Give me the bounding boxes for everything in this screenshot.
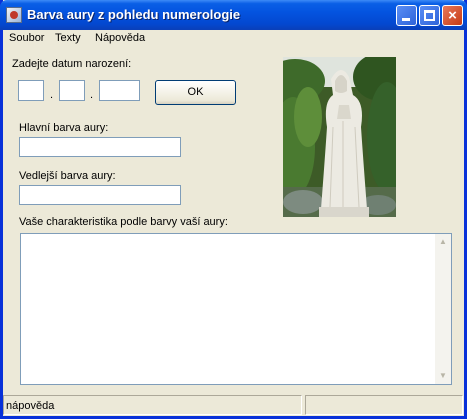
status-text: nápověda bbox=[6, 400, 55, 412]
status-panel-2 bbox=[305, 395, 463, 415]
maximize-button[interactable] bbox=[419, 5, 440, 26]
month-input[interactable] bbox=[59, 80, 85, 101]
main-color-field[interactable] bbox=[19, 137, 181, 157]
menu-soubor[interactable]: Soubor bbox=[9, 32, 44, 44]
vertical-scrollbar[interactable]: ▲ ▼ bbox=[435, 234, 451, 384]
app-window: Barva aury z pohledu numerologie × Soubo… bbox=[0, 0, 467, 419]
menu-napoveda[interactable]: Nápověda bbox=[95, 32, 145, 44]
app-icon[interactable] bbox=[6, 7, 22, 23]
close-button[interactable]: × bbox=[442, 5, 463, 26]
year-input[interactable] bbox=[99, 80, 140, 101]
characteristics-memo[interactable]: ▲ ▼ bbox=[20, 233, 452, 385]
menu-bar: Soubor Texty Nápověda bbox=[3, 30, 464, 48]
scroll-up-icon[interactable]: ▲ bbox=[435, 234, 451, 250]
birthdate-label: Zadejte datum narození: bbox=[12, 58, 132, 70]
statue-image bbox=[283, 57, 396, 217]
minimize-button[interactable] bbox=[396, 5, 417, 26]
ok-button[interactable]: OK bbox=[155, 80, 236, 105]
menu-texty[interactable]: Texty bbox=[55, 32, 81, 44]
minimize-icon bbox=[402, 18, 410, 21]
status-bar: nápověda bbox=[3, 394, 464, 416]
status-panel-help: nápověda bbox=[3, 395, 302, 415]
secondary-color-field[interactable] bbox=[19, 185, 181, 205]
main-color-label: Hlavní barva aury: bbox=[19, 122, 109, 134]
secondary-color-label: Vedlejší barva aury: bbox=[19, 170, 116, 182]
statue-photo bbox=[283, 57, 396, 217]
characteristics-label: Vaše charakteristika podle barvy vaší au… bbox=[19, 216, 228, 228]
date-separator-1: . bbox=[50, 89, 54, 101]
date-separator-2: . bbox=[90, 89, 94, 101]
title-bar[interactable]: Barva aury z pohledu numerologie × bbox=[0, 0, 467, 30]
close-icon: × bbox=[448, 7, 457, 24]
day-input[interactable] bbox=[18, 80, 44, 101]
maximize-icon bbox=[424, 10, 435, 21]
scroll-down-icon[interactable]: ▼ bbox=[435, 368, 451, 384]
window-title: Barva aury z pohledu numerologie bbox=[27, 7, 241, 22]
